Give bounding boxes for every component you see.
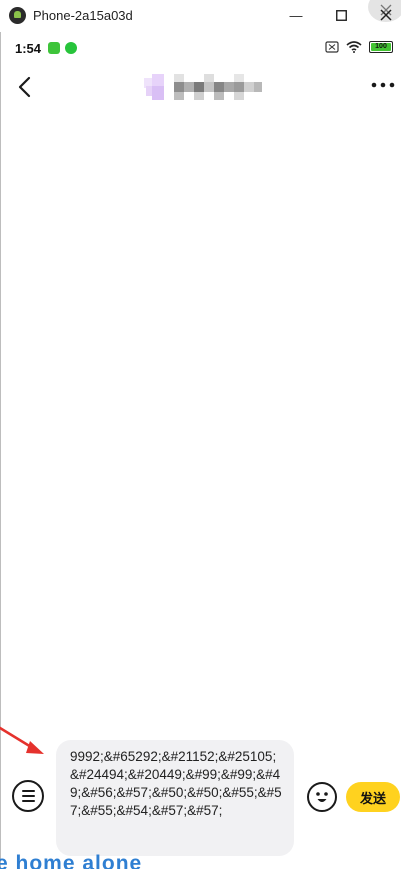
overlay-watermark-text: e home alone [0, 852, 143, 869]
more-options-button[interactable] [370, 77, 396, 93]
maximize-icon [335, 9, 347, 21]
message-text: 9992;&#65292;&#21152;&#25105;&#24494;&#2… [70, 749, 282, 818]
voice-keyboard-toggle-button[interactable] [12, 780, 44, 812]
battery-level: 100 [371, 43, 391, 51]
close-window-button[interactable] [374, 4, 398, 26]
emoji-button[interactable] [307, 782, 337, 812]
message-input[interactable]: 9992;&#65292;&#21152;&#25105;&#24494;&#2… [56, 740, 294, 856]
phone-status-bar: 1:54 100 [0, 36, 401, 60]
annotation-arrow-icon [0, 726, 44, 754]
close-icon [380, 9, 392, 21]
wechat-icon [65, 42, 77, 54]
more-dots-icon [371, 82, 395, 88]
back-button[interactable] [14, 74, 38, 100]
window-title: Phone-2a15a03d [33, 8, 133, 23]
maximize-button[interactable] [329, 4, 353, 26]
window-titlebar: Phone-2a15a03d — [0, 0, 401, 32]
chat-title-blurred [144, 74, 264, 100]
chevron-left-icon [18, 76, 31, 98]
battery-icon: 100 [369, 41, 393, 53]
sim-off-icon [325, 41, 339, 53]
app-notif-icon [48, 42, 60, 54]
smiley-icon [316, 792, 328, 802]
send-button[interactable]: 发送 [346, 782, 400, 812]
wifi-icon [346, 41, 362, 53]
status-clock: 1:54 [15, 41, 42, 56]
minimize-button[interactable]: — [284, 4, 308, 26]
minimize-icon: — [289, 7, 303, 23]
chat-header [0, 62, 401, 112]
android-app-icon [9, 7, 26, 24]
status-right-icons: 100 [325, 41, 393, 53]
